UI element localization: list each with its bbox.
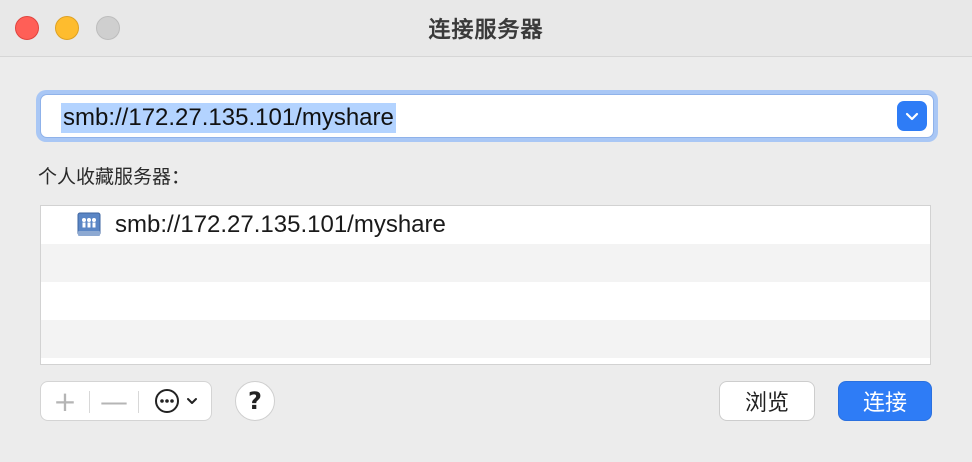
list-item-empty [41, 320, 930, 358]
list-item-empty [41, 282, 930, 320]
server-address-field[interactable]: smb://172.27.135.101/myshare [40, 94, 934, 138]
chevron-down-icon [905, 112, 919, 121]
server-address-input[interactable]: smb://172.27.135.101/myshare [61, 103, 396, 133]
ellipsis-circle-icon [155, 389, 179, 413]
title-bar: 连接服务器 [0, 0, 972, 57]
favorite-servers-list[interactable]: smb://172.27.135.101/myshare [40, 205, 931, 365]
minus-icon: — [100, 384, 128, 418]
network-share-icon [77, 212, 101, 236]
address-history-dropdown-button[interactable] [897, 101, 927, 131]
list-edit-segmented-control: + — [40, 381, 212, 421]
question-mark-icon: ? [248, 387, 262, 415]
list-item[interactable]: smb://172.27.135.101/myshare [41, 206, 930, 244]
browse-button[interactable]: 浏览 [719, 381, 815, 421]
window-title: 连接服务器 [428, 18, 544, 43]
add-server-button[interactable]: + [41, 382, 89, 420]
plus-icon: + [53, 384, 77, 418]
help-button[interactable]: ? [235, 381, 275, 421]
connect-to-server-window: 连接服务器 smb://172.27.135.101/myshare 个人收藏服… [0, 0, 972, 462]
connect-button[interactable]: 连接 [838, 381, 932, 421]
chevron-down-icon [187, 398, 197, 404]
favorite-servers-label: 个人收藏服务器： [38, 166, 191, 188]
server-address-combobox[interactable]: smb://172.27.135.101/myshare [36, 90, 938, 142]
list-item-label: smb://172.27.135.101/myshare [115, 211, 446, 238]
remove-server-button[interactable]: — [90, 382, 138, 420]
list-item-empty [41, 244, 930, 282]
more-actions-button[interactable] [139, 382, 213, 420]
